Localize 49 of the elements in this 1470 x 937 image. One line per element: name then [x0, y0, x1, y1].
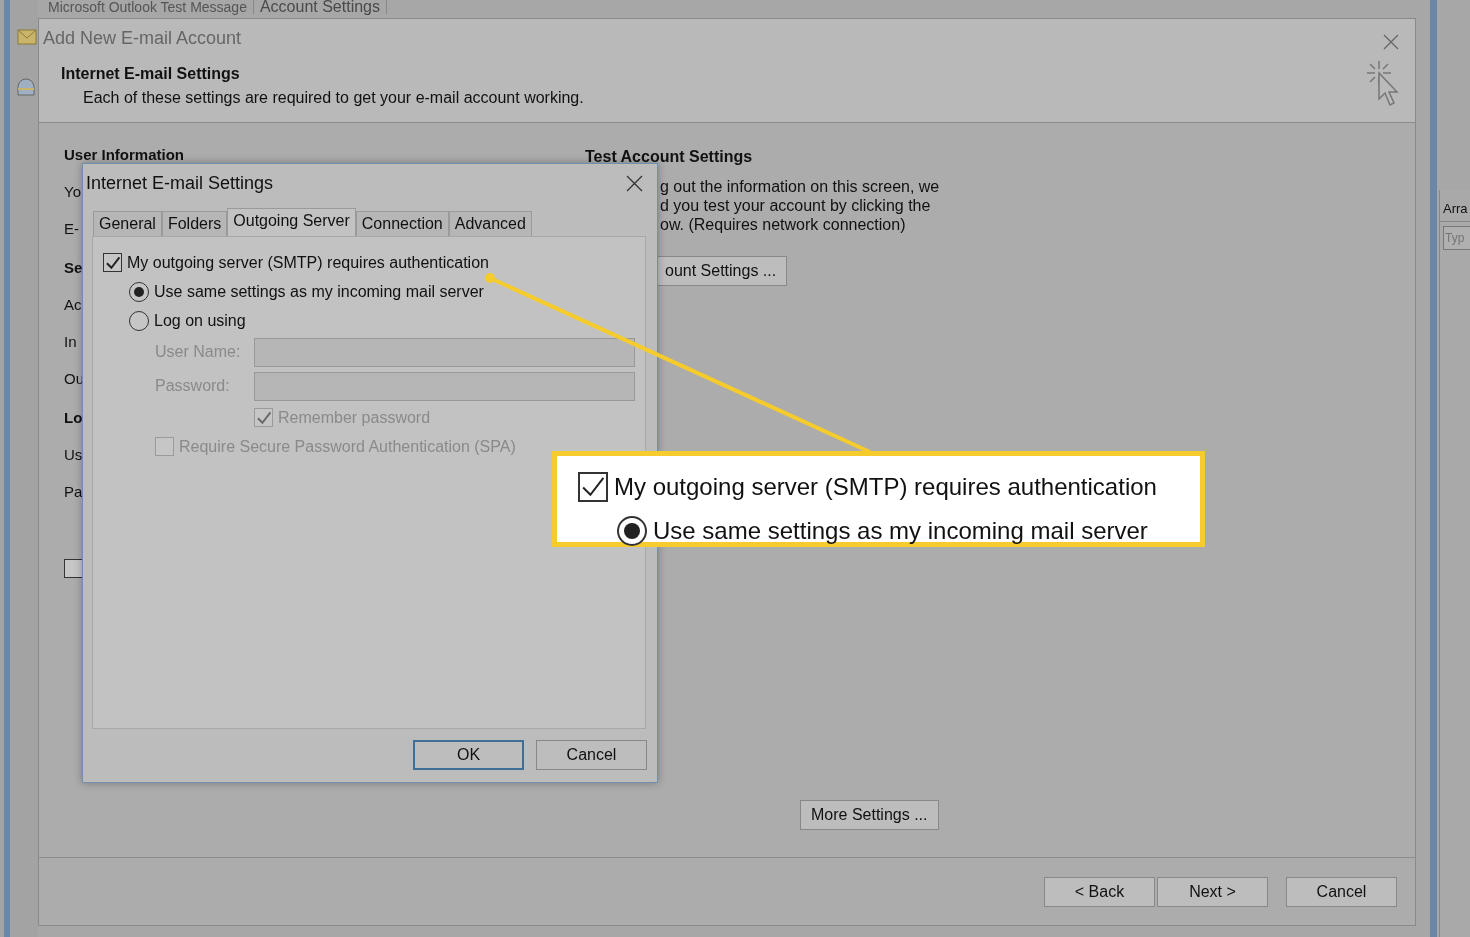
test-settings-button[interactable]: ount Settings ... — [655, 256, 788, 286]
tab[interactable]: Folders — [161, 211, 228, 236]
cancel-button[interactable]: Cancel — [536, 740, 647, 770]
field-label: Ac — [64, 295, 82, 314]
section-heading: Se — [64, 258, 83, 277]
radio-label: Use same settings as my incoming mail server — [154, 281, 484, 302]
radio-label: Log on using — [154, 310, 246, 331]
next-button[interactable]: Next > — [1157, 876, 1268, 907]
radio-label: Use same settings as my incoming mail server — [653, 516, 1148, 546]
section-heading: User Information — [64, 145, 184, 164]
section-heading: Test Account Settings — [585, 147, 753, 167]
radio-button[interactable] — [617, 516, 647, 546]
tab[interactable]: Connection — [355, 211, 449, 236]
description-text: Each of these settings are required to get your e-mail account working. — [83, 88, 584, 108]
close-icon — [626, 174, 643, 192]
tab[interactable]: Advanced — [448, 211, 532, 236]
checkbox-label: Require Secure Password Authentication (SPA) — [179, 436, 516, 457]
radio-button[interactable] — [129, 281, 149, 302]
field-label: Yo — [64, 182, 81, 201]
checkbox-label: My outgoing server (SMTP) requires authentication — [127, 252, 489, 273]
section-heading: Lo — [64, 408, 83, 427]
window-title: Add New E-mail Account — [43, 27, 242, 50]
search-field[interactable]: Typ — [1443, 226, 1470, 250]
description-text: d you test your account by clicking the — [660, 196, 931, 215]
checkbox-label: Remember password — [278, 407, 431, 428]
tab[interactable]: General — [93, 211, 162, 236]
ok-button[interactable]: OK — [413, 740, 524, 770]
description-text: g out the information on this screen, we — [660, 177, 940, 196]
field-label: E- — [64, 219, 79, 238]
radio-button[interactable] — [129, 310, 149, 331]
field-label: Password: — [155, 376, 231, 396]
field-label: In — [64, 332, 77, 351]
close-icon — [1383, 33, 1399, 50]
field-label: User Name: — [155, 342, 242, 362]
envelope-icon — [17, 28, 37, 45]
window-title: Internet E-mail Settings — [86, 171, 274, 195]
field-label: Us — [64, 445, 83, 464]
panel-heading: Arra — [1440, 190, 1470, 222]
window-tab[interactable]: Account Settings — [253, 0, 387, 14]
description-text: ow. (Requires network connection) — [660, 215, 906, 234]
checkbox-label: My outgoing server (SMTP) requires authentication — [614, 472, 1157, 502]
more-settings-button[interactable]: More Settings ... — [800, 800, 939, 830]
section-heading: Internet E-mail Settings — [61, 64, 240, 84]
field-label: Pa — [64, 482, 83, 501]
cancel-button[interactable]: Cancel — [1286, 876, 1397, 907]
tab[interactable]: Outgoing Server — [227, 208, 356, 236]
checkbox[interactable] — [103, 253, 122, 272]
checkbox[interactable] — [578, 472, 608, 502]
back-button[interactable]: < Back — [1044, 876, 1155, 907]
